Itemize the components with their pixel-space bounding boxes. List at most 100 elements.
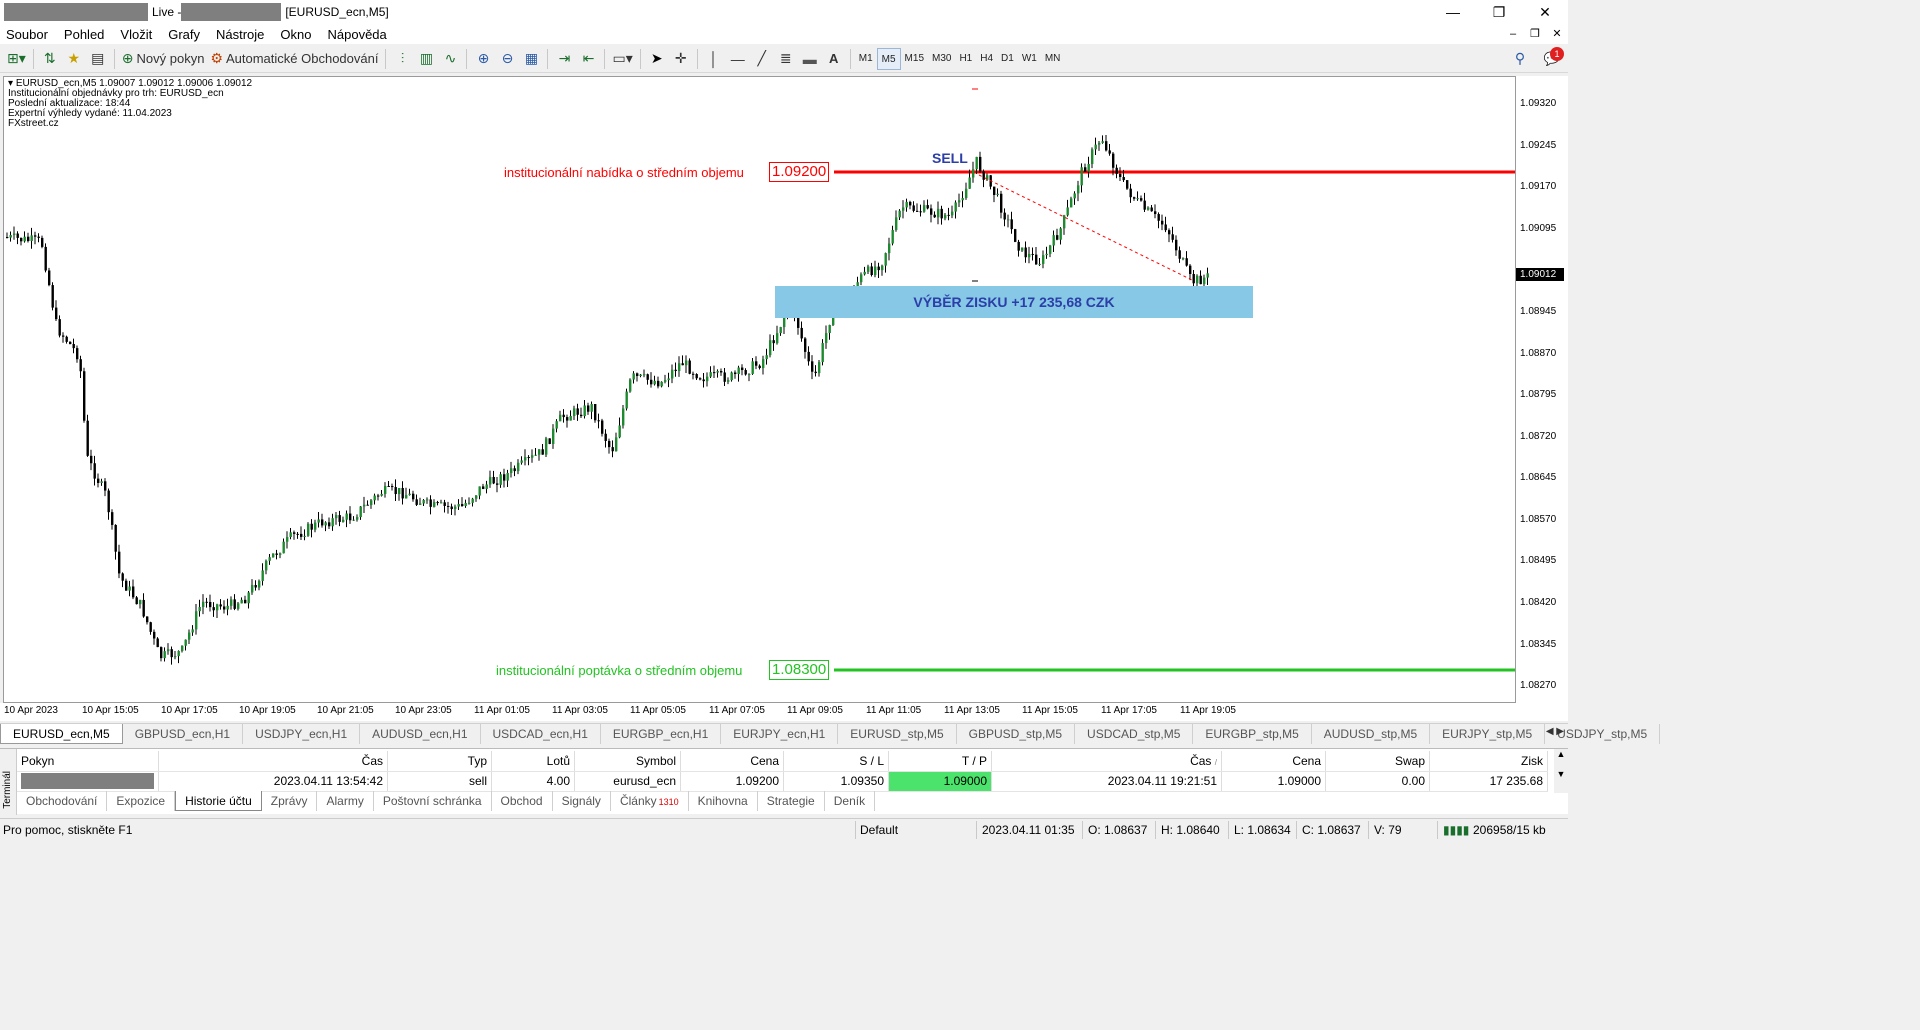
menu-charts[interactable]: Grafy [160,27,208,42]
candle [1042,255,1045,264]
timeframe-m1[interactable]: M1 [855,48,877,70]
horizontal-line-button[interactable]: ― [726,47,750,71]
new-order-button[interactable]: ⊕ Nový pokyn [119,47,208,71]
timeframe-m30[interactable]: M30 [928,48,955,70]
time-tick: 11 Apr 09:05 [787,705,843,716]
timeframe-m5[interactable]: M5 [876,47,901,70]
chart-tab[interactable]: EURUSD_ecn,M5 [0,724,123,744]
col-close-price[interactable]: Cena [1221,751,1326,772]
maximize-button[interactable]: ❐ [1476,0,1522,24]
terminal-tab-news[interactable]: Zprávy [262,791,318,811]
text-tool-button[interactable]: A [822,47,846,71]
new-chart-button[interactable]: ⊞▾ [4,47,29,71]
indicators-button[interactable]: ▭▾ [609,47,635,71]
col-order[interactable]: Pokyn [17,751,159,772]
chart-tab[interactable]: USDCAD_stp,M5 [1075,724,1194,744]
cursor-tool-button[interactable]: ➤ [645,47,669,71]
menu-tools[interactable]: Nástroje [208,27,272,42]
chart-tab[interactable]: GBPUSD_ecn,H1 [123,724,244,744]
terminal-tab-signals[interactable]: Signály [553,791,611,811]
cursor-icon: ➤ [650,50,663,66]
col-lots[interactable]: Lotů [491,751,575,772]
terminal-tab-alerts[interactable]: Alarmy [317,791,374,811]
menu-file[interactable]: Soubor [0,27,56,42]
terminal-tab-library[interactable]: Knihovna [689,791,758,811]
terminal-tab-exposure[interactable]: Expozice [107,791,176,811]
status-profile: Default [860,823,899,837]
col-close-time[interactable]: Čas / [991,751,1222,772]
timeframe-m15[interactable]: M15 [901,48,928,70]
candle [209,601,212,608]
line-chart-button[interactable]: ∿ [438,47,462,71]
close-button[interactable]: ✕ [1522,0,1568,24]
chart-tab[interactable]: EURGBP_stp,M5 [1193,724,1312,744]
mdi-close-button[interactable]: ✕ [1546,24,1568,44]
chart-tab[interactable]: EURGBP_ecn,H1 [601,724,722,744]
zoom-out-button[interactable]: ⊖ [495,47,519,71]
timeframe-mn[interactable]: MN [1041,48,1065,70]
candle [373,495,376,501]
main-toolbar: ⊞▾ ⇅ ★ ▤ ⊕ Nový pokyn ⚙ Automatické Obchod… [0,45,1568,73]
market-watch-button[interactable]: ⇅ [38,47,62,71]
menu-view[interactable]: Pohled [56,27,112,42]
col-symbol[interactable]: Symbol [574,751,681,772]
minimize-button[interactable]: — [1430,0,1476,24]
chart-tab[interactable]: AUDUSD_ecn,H1 [360,724,481,744]
chart-tab[interactable]: EURUSD_stp,M5 [838,724,957,744]
terminal-tab-articles[interactable]: Články 1310 [611,791,689,811]
rectangle-button[interactable]: ▬ [798,47,822,71]
terminal-tab-journal[interactable]: Deník [825,791,876,811]
terminal-tab-strategy[interactable]: Strategie [758,791,825,811]
zoom-in-button[interactable]: ⊕ [471,47,495,71]
timeframe-h4[interactable]: H4 [976,48,997,70]
chart-tab[interactable]: EURJPY_stp,M5 [1430,724,1546,744]
chart-tab[interactable]: USDCAD_ecn,H1 [481,724,601,744]
chart-shift-button[interactable]: ⇤ [576,47,600,71]
notifications-button[interactable]: 💬 1 [1540,46,1564,71]
fibonacci-button[interactable]: ≣ [774,47,798,71]
col-type[interactable]: Typ [387,751,492,772]
auto-trading-button[interactable]: ⚙ Automatické Obchodování [207,47,381,71]
chart-tab[interactable]: GBPUSD_stp,M5 [957,724,1076,744]
tab-scroll-arrows[interactable]: ◀ ▶ [1546,726,1564,737]
col-open-time[interactable]: Čas [158,751,388,772]
timeframe-h1[interactable]: H1 [955,48,976,70]
col-sl[interactable]: S / L [783,751,889,772]
table-row[interactable]: 2023.04.11 13:54:42 sell 4.00 eurusd_ecn… [17,771,1548,792]
trendline-button[interactable]: ╱ [750,47,774,71]
timeframe-w1[interactable]: W1 [1018,48,1041,70]
mdi-restore-button[interactable]: ❐ [1524,24,1546,44]
col-tp[interactable]: T / P [888,751,992,772]
col-open-price[interactable]: Cena [680,751,784,772]
menu-insert[interactable]: Vložit [112,27,160,42]
chart-tab[interactable]: EURJPY_ecn,H1 [721,724,839,744]
candle [1038,263,1041,265]
tile-windows-button[interactable]: ▦ [519,47,543,71]
bar-chart-button[interactable]: ⫶ [390,47,414,71]
menu-window[interactable]: Okno [272,27,319,42]
price-tick: 1.08795 [1520,389,1557,400]
search-button[interactable]: ⚲ [1508,47,1532,71]
terminal-scrollbar[interactable]: ▲ ▼ [1554,749,1568,793]
vertical-line-button[interactable]: │ [702,47,726,71]
navigator-button[interactable]: ★ [62,47,86,71]
status-divider [976,821,977,839]
terminal-tab-market[interactable]: Obchod [492,791,553,811]
menu-help[interactable]: Nápověda [320,27,395,42]
col-swap[interactable]: Swap [1325,751,1430,772]
terminal-tab-mailbox[interactable]: Poštovní schránka [374,791,492,811]
candle [671,369,674,379]
col-profit[interactable]: Zisk [1429,751,1548,772]
price-tick: 1.08345 [1520,639,1557,650]
terminal-tab-trade[interactable]: Obchodování [17,791,108,811]
chart-tab[interactable]: USDJPY_ecn,H1 [243,724,361,744]
timeframe-d1[interactable]: D1 [997,48,1018,70]
terminal-button[interactable]: ▤ [86,47,110,71]
terminal-tab-history[interactable]: Historie účtu [175,791,262,811]
crosshair-tool-button[interactable]: ✛ [669,47,693,71]
autoscroll-button[interactable]: ⇥ [552,47,576,71]
chart-area[interactable]: ▾ EURUSD_ecn,M5 1.09007 1.09012 1.09006 … [3,76,1516,703]
mdi-minimize-button[interactable]: – [1502,24,1524,44]
chart-tab[interactable]: AUDUSD_stp,M5 [1312,724,1431,744]
candle-chart-button[interactable]: ▥ [414,47,438,71]
